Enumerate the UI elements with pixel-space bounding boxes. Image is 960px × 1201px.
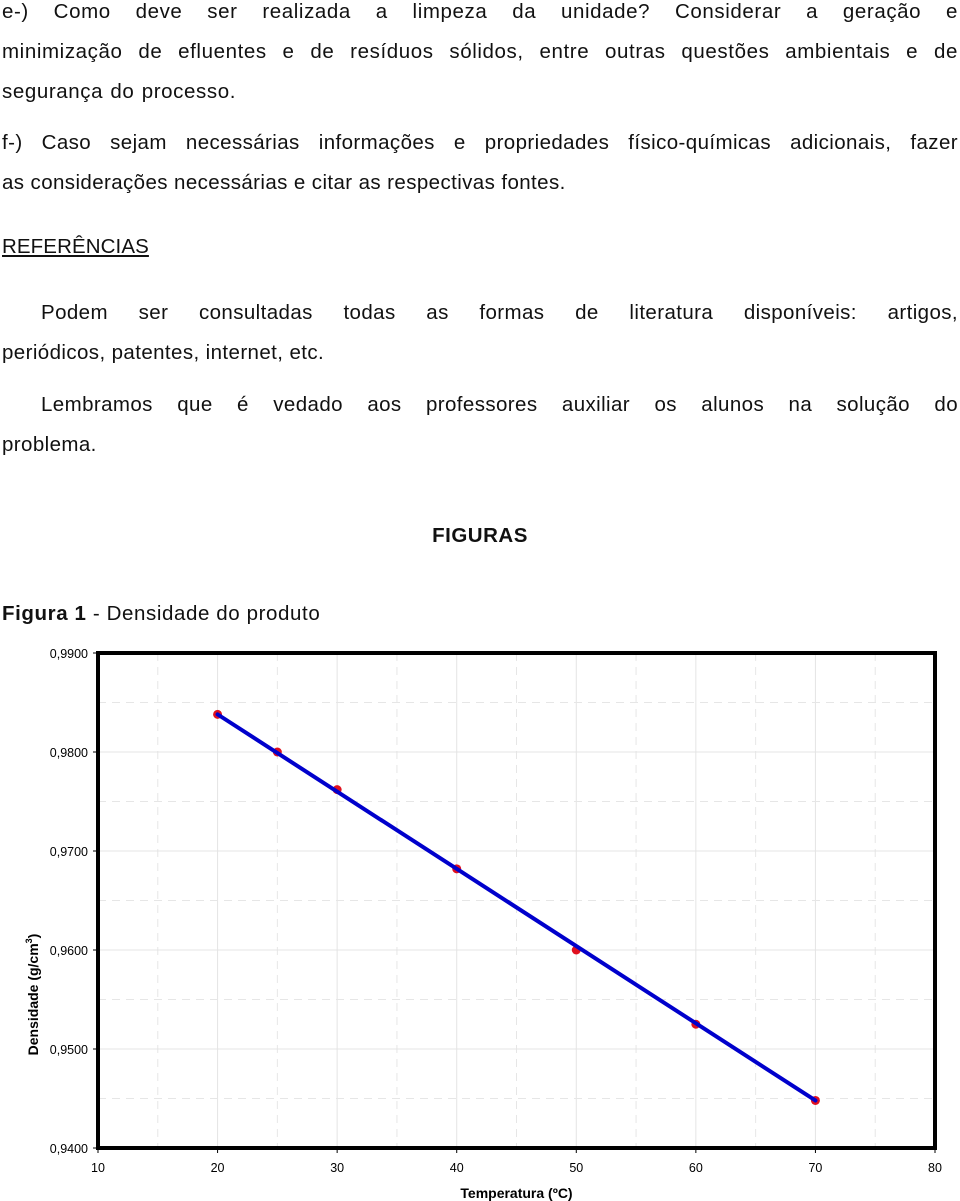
x-tick-label: 30 [330,1161,344,1175]
x-tick-label: 20 [211,1161,225,1175]
density-chart: 10 20 30 40 50 60 70 80 0,9400 0,9500 0,9600 0,9700… [24,647,942,1201]
x-tick-label: 40 [450,1161,464,1175]
x-axis-label: Temperatura (ºC) [460,1185,572,1201]
y-tick-label: 0,9400 [50,1142,88,1156]
x-tick-label: 60 [689,1161,703,1175]
y-tick-label: 0,9500 [50,1043,88,1057]
x-tick-label: 80 [928,1161,942,1175]
x-tick-label: 70 [808,1161,822,1175]
x-tick-label: 10 [91,1161,105,1175]
y-axis-label-main: Densidade (g/cm [25,943,41,1055]
y-axis-label-end: ) [25,934,41,939]
y-tick-label: 0,9900 [50,647,88,661]
x-tick-label: 50 [569,1161,583,1175]
grid [98,653,935,1148]
y-tick-label: 0,9700 [50,845,88,859]
y-tick-label: 0,9600 [50,944,88,958]
y-axis-label: Densidade (g/cm3) [24,934,41,1056]
y-tick-label: 0,9800 [50,746,88,760]
